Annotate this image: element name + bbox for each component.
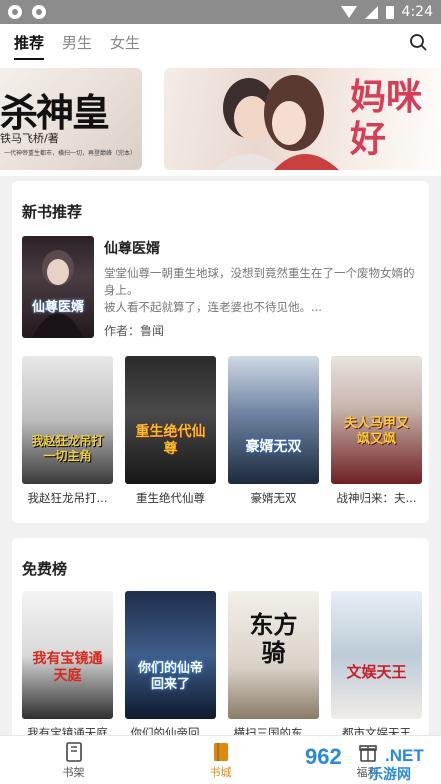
new-books-row: 我赵狂龙吊打一切主角 我赵狂龙吊打... 重生绝代仙尊 重生绝代仙尊 豪婿无双 … <box>22 356 422 506</box>
tab-female[interactable]: 女生 <box>110 28 140 57</box>
clock: 4:24 <box>401 4 433 20</box>
book-cover[interactable]: 重生绝代仙尊 <box>125 356 216 484</box>
signal-icon <box>364 5 378 19</box>
banner-couple-illustration <box>214 75 339 170</box>
banner-right-title: 妈咪好 <box>350 76 423 160</box>
book-title: 豪婿无双 <box>250 491 297 505</box>
search-icon[interactable] <box>409 33 427 51</box>
featured-book-cover[interactable]: 仙尊医婿 <box>22 236 94 338</box>
featured-book[interactable]: 仙尊医婿 仙尊医婿 堂堂仙尊一朝重生地球，没想到竟然重生在了一个废物女婿的身上。… <box>22 236 422 340</box>
notification-icon <box>8 5 22 19</box>
book-cover-title: 我有宝镜通天庭 <box>32 651 103 684</box>
new-books-section: 新书推荐 仙尊医婿 仙尊医婿 堂堂仙尊一朝重生地球，没想到竟然重生在了一个废物女… <box>12 181 429 523</box>
nav-label: 书架 <box>62 766 85 779</box>
banner-slide-right[interactable]: 妈咪好 <box>164 68 441 170</box>
book-item[interactable]: 我有宝镜通天庭 我有宝镜通天庭 <box>22 591 113 741</box>
book-cover-title: 你们的仙帝回来了 <box>137 661 203 692</box>
book-cover-title: 我赵狂龙吊打一切主角 <box>31 434 104 463</box>
book-cover-title: 文娱天王 <box>346 663 407 681</box>
featured-cover-title: 仙尊医婿 <box>31 300 84 315</box>
watermark-net: .NET <box>385 746 424 765</box>
nav-bookstore[interactable]: 书城 <box>147 736 294 784</box>
status-bar: 4:24 <box>0 0 441 24</box>
book-cover[interactable]: 我有宝镜通天庭 <box>22 591 113 719</box>
free-books-row: 我有宝镜通天庭 我有宝镜通天庭 你们的仙帝回来了 你们的仙帝回... 东方骑 横… <box>22 591 422 741</box>
book-item[interactable]: 豪婿无双 豪婿无双 <box>228 356 319 506</box>
book-cover[interactable]: 文娱天王 <box>331 591 422 719</box>
book-cover[interactable]: 豪婿无双 <box>228 356 319 484</box>
book-item[interactable]: 东方骑 横扫三国的东... <box>228 591 319 741</box>
wifi-icon <box>340 6 357 18</box>
book-title: 重生绝代仙尊 <box>136 491 205 505</box>
book-cover-title: 夫人马甲又飒又飒 <box>343 416 409 447</box>
tab-male[interactable]: 男生 <box>62 28 92 57</box>
featured-book-name: 仙尊医婿 <box>104 241 160 257</box>
bookshelf-icon <box>65 742 82 762</box>
book-cover[interactable]: 我赵狂龙吊打一切主角 <box>22 356 113 484</box>
site-watermark: 962 .NET 乐游网 <box>305 744 435 784</box>
category-tabs: 推荐 男生 女生 <box>0 24 441 61</box>
book-title: 我赵狂龙吊打... <box>27 491 108 505</box>
banner-slide-left[interactable]: 杀神皇 铁马飞桥/著 一代神帝重生都市，横扫一切，再登巅峰（完本） <box>0 68 142 170</box>
section-title: 免费榜 <box>22 560 68 578</box>
tab-recommend[interactable]: 推荐 <box>14 28 45 61</box>
nav-bookshelf[interactable]: 书架 <box>0 736 147 784</box>
sync-icon <box>32 5 46 19</box>
book-cover[interactable]: 东方骑 <box>228 591 319 719</box>
battery-icon <box>385 5 394 19</box>
book-cover[interactable]: 夫人马甲又飒又飒 <box>331 356 422 484</box>
book-title: 战神归来：夫... <box>336 491 417 505</box>
nav-label: 书城 <box>209 766 232 779</box>
banner-carousel: 杀神皇 铁马飞桥/著 一代神帝重生都市，横扫一切，再登巅峰（完本） 妈咪好 <box>0 60 441 176</box>
featured-cover-art <box>32 250 84 338</box>
banner-left-author: 铁马飞桥/著 <box>0 132 59 145</box>
watermark-number: 962 <box>305 744 342 769</box>
banner-left-title: 杀神皇 <box>0 90 110 135</box>
free-ranking-section: 免费榜 我有宝镜通天庭 我有宝镜通天庭 你们的仙帝回来了 你们的仙帝回... 东… <box>12 538 429 748</box>
banner-left-tagline: 一代神帝重生都市，横扫一切，再登巅峰（完本） <box>4 150 137 157</box>
book-cover-title: 重生绝代仙尊 <box>135 424 206 457</box>
book-cover-title: 豪婿无双 <box>245 439 302 455</box>
book-cover-title: 东方骑 <box>249 610 298 667</box>
section-title: 新书推荐 <box>22 203 83 221</box>
bookstore-icon <box>213 743 228 761</box>
featured-book-author: 作者：鲁闻 <box>104 324 165 338</box>
watermark-cn: 乐游网 <box>369 767 411 783</box>
book-item[interactable]: 你们的仙帝回来了 你们的仙帝回... <box>125 591 216 741</box>
book-item[interactable]: 文娱天王 都市文娱天王 <box>331 591 422 741</box>
book-item[interactable]: 我赵狂龙吊打一切主角 我赵狂龙吊打... <box>22 356 113 506</box>
book-cover[interactable]: 你们的仙帝回来了 <box>125 591 216 719</box>
book-item[interactable]: 夫人马甲又飒又飒 战神归来：夫... <box>331 356 422 506</box>
featured-book-description: 堂堂仙尊一朝重生地球，没想到竟然重生在了一个废物女婿的身上。 被人看不起就算了，… <box>104 266 415 314</box>
book-item[interactable]: 重生绝代仙尊 重生绝代仙尊 <box>125 356 216 506</box>
